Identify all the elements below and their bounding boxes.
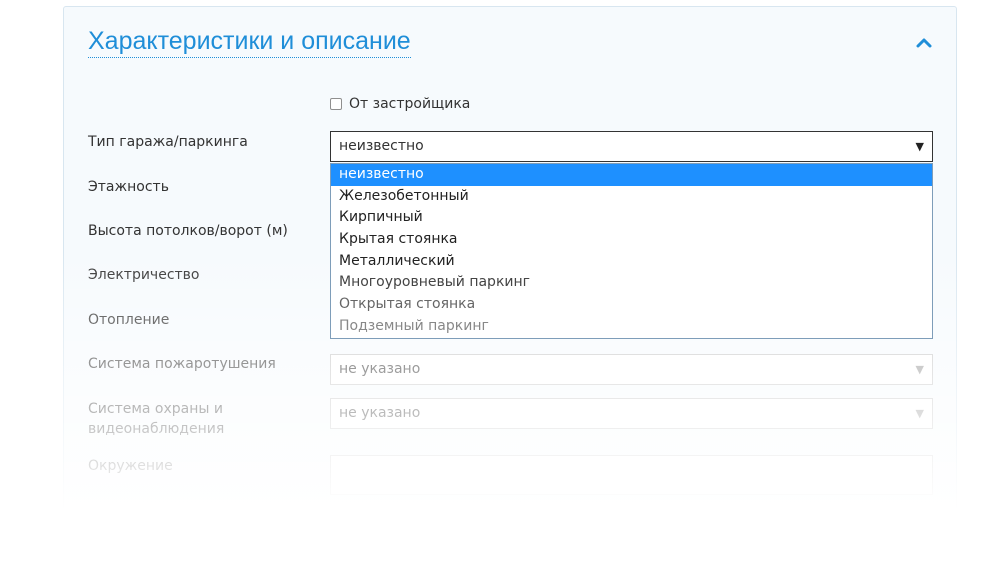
dropdown-option[interactable]: Металлический xyxy=(331,251,932,273)
security-system-value: не указано xyxy=(339,405,421,421)
surroundings-label: Окружение xyxy=(88,458,173,474)
triangle-down-icon: ▼ xyxy=(915,407,924,420)
security-system-label-line1: Система охраны и xyxy=(88,401,224,417)
security-system-select[interactable]: не указано ▼ xyxy=(330,398,933,429)
floors-label: Этажность xyxy=(88,179,169,195)
electricity-label: Электричество xyxy=(88,267,200,283)
fire-system-select[interactable]: не указано ▼ xyxy=(330,354,933,385)
triangle-down-icon: ▼ xyxy=(915,363,924,376)
dropdown-option[interactable]: Железобетонный xyxy=(331,186,932,208)
triangle-down-icon: ▼ xyxy=(915,140,924,153)
dropdown-option[interactable]: Крытая стоянка xyxy=(331,229,932,251)
collapse-button[interactable] xyxy=(914,33,934,53)
ceiling-height-label: Высота потолков/ворот (м) xyxy=(88,223,288,239)
security-system-label-line2: видеонаблюдения xyxy=(88,421,225,437)
dropdown-option[interactable]: неизвестно xyxy=(331,164,932,186)
surroundings-textarea[interactable] xyxy=(330,455,933,495)
developer-checkbox-label: От застройщика xyxy=(349,96,471,112)
heating-label: Отопление xyxy=(88,312,170,328)
dropdown-option[interactable]: Подземный паркинг xyxy=(331,316,932,338)
developer-checkbox-row[interactable]: От застройщика xyxy=(330,94,470,114)
security-system-label: Система охраны и видеонаблюдения xyxy=(88,399,224,439)
garage-type-value: неизвестно xyxy=(339,138,424,154)
chevron-up-icon xyxy=(914,33,934,53)
garage-type-dropdown-list[interactable]: неизвестно Железобетонный Кирпичный Крыт… xyxy=(330,163,933,339)
developer-checkbox[interactable] xyxy=(330,98,342,110)
fire-system-label: Система пожаротушения xyxy=(88,356,276,372)
section-title[interactable]: Характеристики и описание xyxy=(88,26,411,58)
fire-system-value: не указано xyxy=(339,361,421,377)
garage-type-select[interactable]: неизвестно ▼ xyxy=(330,131,933,162)
dropdown-option[interactable]: Кирпичный xyxy=(331,207,932,229)
dropdown-option[interactable]: Многоуровневый паркинг xyxy=(331,272,932,294)
garage-type-label: Тип гаража/паркинга xyxy=(88,134,248,150)
dropdown-option[interactable]: Открытая стоянка xyxy=(331,294,932,316)
